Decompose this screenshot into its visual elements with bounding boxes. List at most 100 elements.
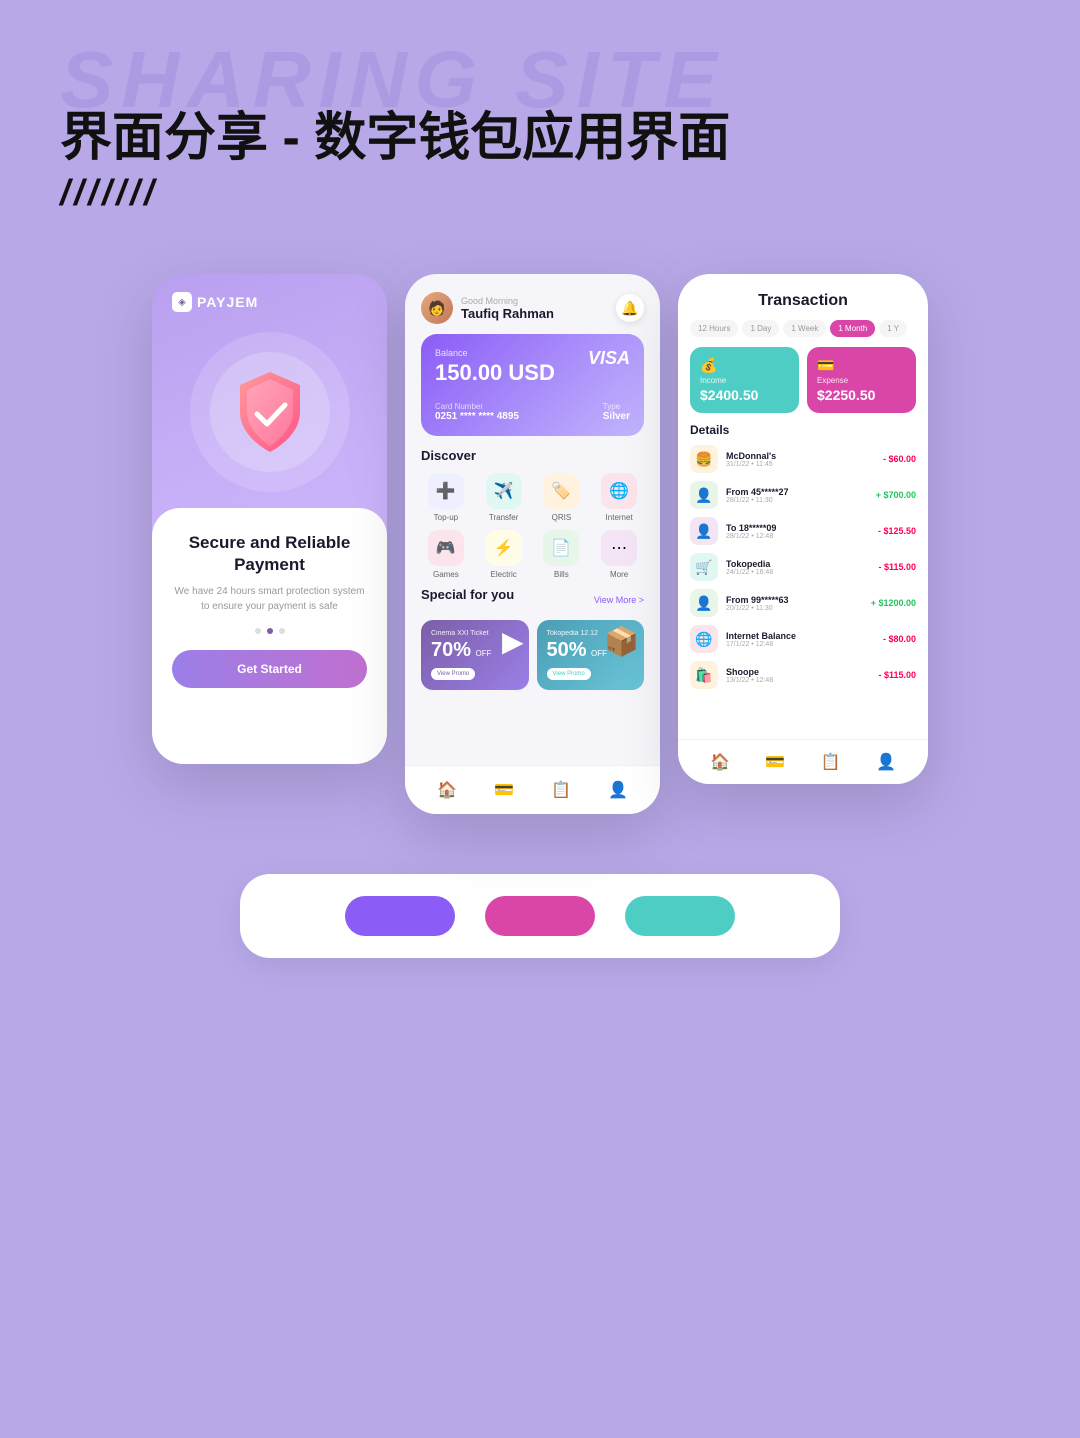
tx-internet-name: Internet Balance: [726, 631, 875, 641]
tx-tokopedia-name: Tokopedia: [726, 559, 870, 569]
phone-dashboard: 🧑 Good Morning Taufiq Rahman 🔔 Balance 1…: [405, 274, 660, 814]
promo-cinema-btn[interactable]: View Promo: [431, 668, 475, 680]
more-icon: ⋯: [601, 530, 637, 566]
phone-transaction: Transaction 12 Hours 1 Day 1 Week 1 Mont…: [678, 274, 928, 784]
promo-tokopedia-btn[interactable]: View Promo: [547, 668, 591, 680]
discover-more[interactable]: ⋯ More: [594, 530, 644, 579]
slash-decoration: ///////: [60, 172, 1020, 214]
tx-from99: 👤 From 99*****63 20/1/22 • 11:30 + $1200…: [690, 589, 916, 617]
discover-grid: ➕ Top-up ✈️ Transfer 🏷️ QRIS 🌐 Internet …: [421, 473, 644, 579]
promo-tokopedia-icon: 📦: [604, 625, 639, 658]
tx-internet-info: Internet Balance 17/1/22 • 12:48: [726, 631, 875, 648]
notification-bell-icon[interactable]: 🔔: [616, 294, 644, 322]
tx-tokopedia-amount: - $115.00: [878, 562, 916, 572]
user-avatar: 🧑: [421, 292, 453, 324]
tx-from99-amount: + $1200.00: [871, 598, 916, 608]
tx-nav-home-icon[interactable]: 🏠: [708, 750, 732, 774]
games-icon: 🎮: [428, 530, 464, 566]
expense-amount: $2250.50: [817, 387, 906, 403]
tx-tokopedia-date: 24/1/22 • 16:48: [726, 569, 870, 576]
card-number-label: Card Number: [435, 402, 519, 411]
dashboard-nav: 🏠 💳 📋 👤: [405, 765, 660, 814]
phone1-header: ◈ PAYJEM: [152, 274, 387, 322]
tx-mcdonalds-icon: 🍔: [690, 445, 718, 473]
payjem-logo: ◈ PAYJEM: [172, 292, 258, 312]
tx-to18-date: 28/1/22 • 12:48: [726, 533, 870, 540]
good-morning-label: Good Morning: [461, 296, 554, 306]
tx-to18-name: To 18*****09: [726, 523, 870, 533]
tx-nav-profile-icon[interactable]: 👤: [874, 750, 898, 774]
tx-tokopedia-info: Tokopedia 24/1/22 • 16:48: [726, 559, 870, 576]
tx-tokopedia: 🛒 Tokopedia 24/1/22 • 16:48 - $115.00: [690, 553, 916, 581]
tx-nav-doc-icon[interactable]: 📋: [819, 750, 843, 774]
promo-cinema-icon: ▶: [502, 625, 524, 658]
nav-profile-icon[interactable]: 👤: [606, 778, 630, 802]
tx-from45-icon: 👤: [690, 481, 718, 509]
special-section: Special for you View More > Cinema XXI T…: [405, 587, 660, 698]
filter-1w[interactable]: 1 Week: [783, 320, 826, 337]
nav-card-icon[interactable]: 💳: [492, 778, 516, 802]
nav-doc-icon[interactable]: 📋: [549, 778, 573, 802]
promo-cinema-discount: 70%: [431, 639, 471, 661]
onboarding-description: We have 24 hours smart protection system…: [172, 584, 367, 614]
color-swatches-container: [0, 874, 1080, 1008]
discover-games[interactable]: 🎮 Games: [421, 530, 471, 579]
income-label: Income: [700, 376, 789, 385]
tx-internet-amount: - $80.00: [883, 634, 916, 644]
swatch-purple: [345, 896, 455, 936]
discover-bills[interactable]: 📄 Bills: [537, 530, 587, 579]
page-title: 界面分享 - 数字钱包应用界面: [60, 110, 1020, 167]
promo-cards: Cinema XXI Ticket 70% OFF ▶ View Promo T…: [421, 620, 644, 690]
bills-icon: 📄: [543, 530, 579, 566]
filter-1m[interactable]: 1 Month: [830, 320, 875, 337]
tx-from99-info: From 99*****63 20/1/22 • 11:30: [726, 595, 863, 612]
filter-1d[interactable]: 1 Day: [742, 320, 779, 337]
promo-cinema-off: OFF: [475, 649, 491, 658]
electric-icon: ⚡: [486, 530, 522, 566]
card-details: Card Number 0251 **** **** 4895 Type Sil…: [435, 402, 630, 422]
tx-from99-date: 20/1/22 • 11:30: [726, 605, 863, 612]
tx-from45-amount: + $700.00: [876, 490, 916, 500]
greeting-text: Good Morning Taufiq Rahman: [461, 296, 554, 321]
tx-from45: 👤 From 45*****27 28/1/22 • 11:30 + $700.…: [690, 481, 916, 509]
discover-internet[interactable]: 🌐 Internet: [594, 473, 644, 522]
tx-shoope-info: Shoope 13/1/22 • 12:48: [726, 667, 870, 684]
payjem-icon: ◈: [172, 292, 192, 312]
nav-home-icon[interactable]: 🏠: [435, 778, 459, 802]
user-greeting: 🧑 Good Morning Taufiq Rahman: [421, 292, 554, 324]
income-card: 💰 Income $2400.50: [690, 347, 799, 413]
discover-transfer[interactable]: ✈️ Transfer: [479, 473, 529, 522]
card-type-field: Type Silver: [603, 402, 630, 422]
card-type-label: Type: [603, 402, 630, 411]
transaction-title: Transaction: [694, 292, 912, 310]
discover-title: Discover: [421, 448, 644, 463]
discover-qris[interactable]: 🏷️ QRIS: [537, 473, 587, 522]
discover-topup[interactable]: ➕ Top-up: [421, 473, 471, 522]
get-started-button[interactable]: Get Started: [172, 650, 367, 688]
card-type-value: Silver: [603, 411, 630, 422]
bg-title-text: SHARING SITE: [60, 40, 1020, 120]
bills-label: Bills: [554, 570, 569, 579]
tx-to18-amount: - $125.50: [878, 526, 916, 536]
expense-card: 💳 Expense $2250.50: [807, 347, 916, 413]
tx-from99-icon: 👤: [690, 589, 718, 617]
filter-1y[interactable]: 1 Y: [879, 320, 907, 337]
tx-tokopedia-icon: 🛒: [690, 553, 718, 581]
color-swatches-card: [240, 874, 840, 958]
promo-cinema[interactable]: Cinema XXI Ticket 70% OFF ▶ View Promo: [421, 620, 529, 690]
special-header: Special for you View More >: [421, 587, 644, 612]
promo-tokopedia[interactable]: Tokopedia 12.12 50% OFF 📦 View Promo: [537, 620, 645, 690]
transaction-nav: 🏠 💳 📋 👤: [678, 739, 928, 784]
tx-nav-card-icon[interactable]: 💳: [763, 750, 787, 774]
view-more-link[interactable]: View More >: [594, 595, 644, 605]
page-header: SHARING SITE 界面分享 - 数字钱包应用界面 ///////: [0, 0, 1080, 234]
internet-label: Internet: [606, 513, 633, 522]
transfer-label: Transfer: [489, 513, 519, 522]
tx-to18-icon: 👤: [690, 517, 718, 545]
discover-electric[interactable]: ⚡ Electric: [479, 530, 529, 579]
internet-icon: 🌐: [601, 473, 637, 509]
games-label: Games: [433, 570, 459, 579]
tx-shoope-date: 13/1/22 • 12:48: [726, 677, 870, 684]
filter-12h[interactable]: 12 Hours: [690, 320, 738, 337]
swatch-teal: [625, 896, 735, 936]
